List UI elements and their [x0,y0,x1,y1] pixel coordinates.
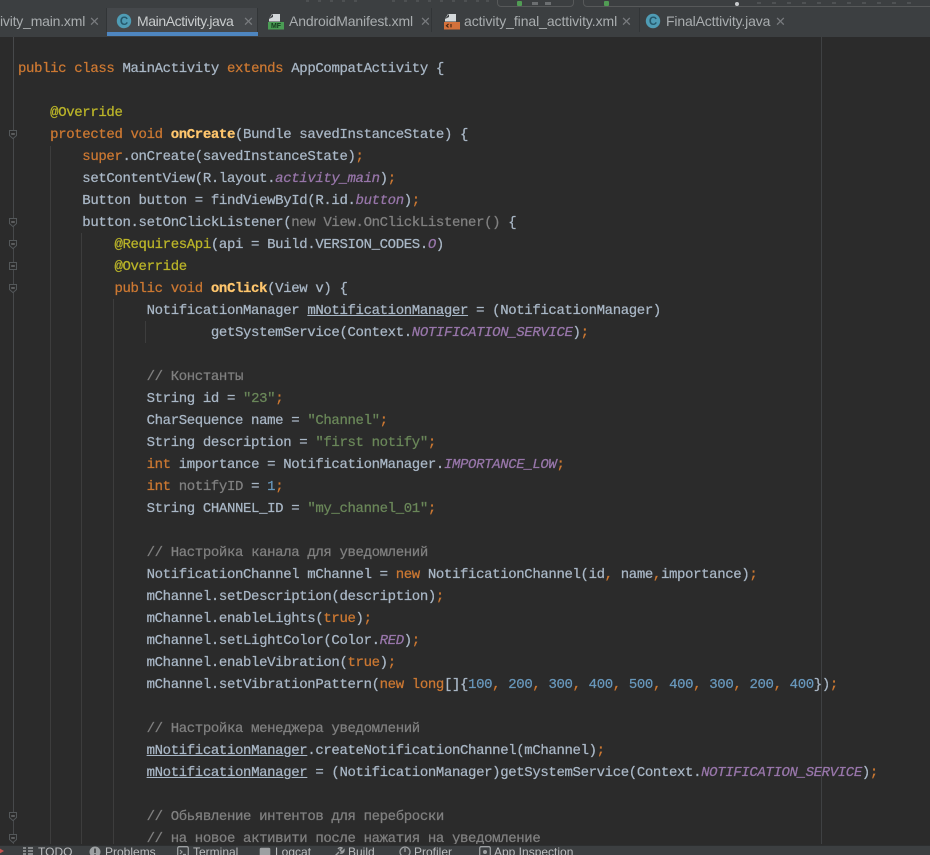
svg-text:C: C [649,16,657,28]
svg-text:MF: MF [271,23,282,30]
svg-text:C: C [120,16,128,28]
